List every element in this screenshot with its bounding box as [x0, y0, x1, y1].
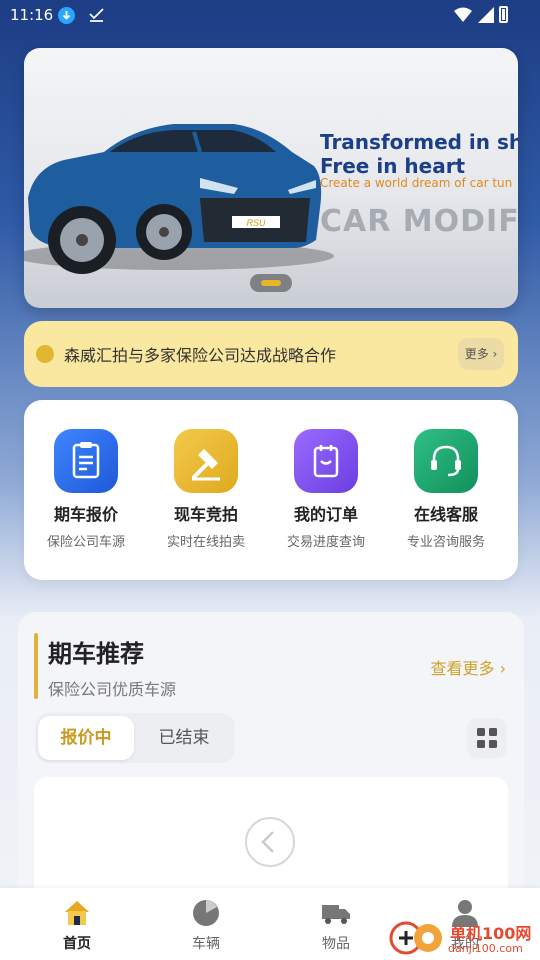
quick-action-subtitle: 保险公司车源	[46, 535, 125, 550]
quick-action-orders[interactable]: 我的订单 交易进度查询	[264, 400, 384, 580]
quick-action-title: 期车报价	[53, 505, 118, 524]
notice-more-button[interactable]: 更多 ›	[458, 338, 504, 370]
quick-action-subtitle: 实时在线拍卖	[166, 535, 245, 550]
quick-actions-card: 期车报价 保险公司车源 现车竞拍 实时在线拍卖 我的订单 交易进度查询 在线客服…	[24, 400, 518, 580]
truck-icon	[321, 898, 351, 928]
watermark-text: 单机100网	[450, 924, 532, 943]
tab-quoting[interactable]: 报价中	[38, 716, 134, 760]
nav-label: 车辆	[192, 936, 220, 952]
notice-bar[interactable]: 森威汇拍与多家保险公司达成战略合作 更多 ›	[24, 321, 518, 387]
nav-vehicles[interactable]: 车辆	[141, 888, 271, 960]
plate-text: RSU	[246, 218, 266, 228]
banner-title: Transformed in shap Free in heart	[320, 130, 518, 178]
signal-icon	[478, 7, 494, 23]
chevron-left-icon[interactable]	[245, 817, 295, 867]
quick-action-subtitle: 专业咨询服务	[406, 535, 485, 550]
status-tabs: 报价中 已结束	[35, 713, 235, 763]
section-subtitle: 保险公司优质车源	[48, 680, 177, 699]
section-title: 期车推荐	[48, 640, 144, 668]
battery-icon	[499, 6, 508, 23]
notice-dot-icon	[36, 345, 54, 363]
quick-action-subtitle: 交易进度查询	[286, 535, 365, 550]
download-icon	[58, 7, 75, 24]
quick-action-title: 现车竞拍	[173, 505, 238, 524]
section-accent-bar	[34, 633, 38, 699]
status-bar: 11:16	[0, 0, 540, 32]
auction-hammer-icon	[174, 429, 238, 493]
quick-action-title: 我的订单	[293, 505, 358, 524]
banner-title-line2: Free in heart	[320, 154, 466, 178]
grid-view-icon[interactable]	[467, 718, 507, 758]
quick-action-auction[interactable]: 现车竞拍 实时在线拍卖	[144, 400, 264, 580]
status-time: 11:16	[10, 6, 54, 24]
quick-action-title: 在线客服	[413, 505, 478, 524]
watermark-logo-icon	[389, 921, 442, 955]
promo-banner[interactable]: RSU Transformed in shap Free in heart Cr…	[24, 48, 518, 308]
car-list	[34, 777, 508, 902]
pie-chart-icon	[191, 898, 221, 928]
home-icon	[62, 898, 92, 928]
site-watermark: 单机100网 danji100.com	[386, 914, 538, 960]
headset-icon	[414, 429, 478, 493]
nav-label: 首页	[63, 936, 91, 952]
banner-watermark: CAR MODIFIC	[320, 204, 518, 239]
nav-items[interactable]: 物品	[271, 888, 401, 960]
check-icon	[88, 6, 105, 23]
view-more-link[interactable]: 查看更多 ›	[431, 655, 507, 679]
order-list-icon	[294, 429, 358, 493]
watermark-url: danji100.com	[448, 942, 523, 955]
banner-title-line1: Transformed in shap	[320, 130, 518, 154]
quick-action-quote[interactable]: 期车报价 保险公司车源	[24, 400, 144, 580]
quick-action-service[interactable]: 在线客服 专业咨询服务	[384, 400, 504, 580]
clipboard-quote-icon	[54, 429, 118, 493]
notice-text: 森威汇拍与多家保险公司达成战略合作	[64, 346, 337, 365]
banner-subtitle: Create a world dream of car tun	[320, 176, 513, 190]
tab-ended[interactable]: 已结束	[136, 716, 232, 760]
recommend-section: 期车推荐 保险公司优质车源 查看更多 › 报价中 已结束	[18, 612, 524, 902]
nav-home[interactable]: 首页	[12, 888, 142, 960]
wifi-icon	[454, 7, 472, 23]
nav-label: 物品	[322, 936, 350, 952]
banner-pager[interactable]	[250, 274, 292, 292]
